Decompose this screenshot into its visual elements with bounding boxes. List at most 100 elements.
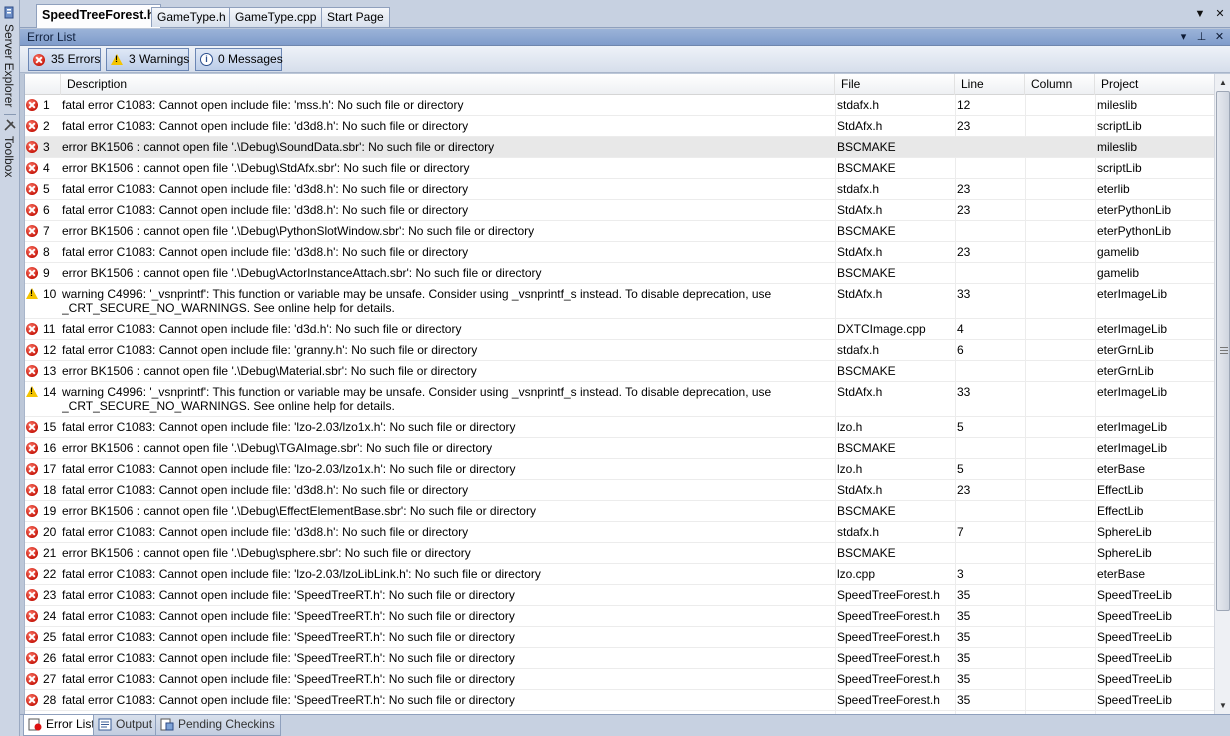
error-icon — [26, 694, 38, 706]
row-project: EffectLib — [1097, 504, 1144, 518]
warnings-filter-button[interactable]: 3 Warnings — [106, 48, 189, 71]
table-row[interactable]: 6 fatal error C1083: Cannot open include … — [25, 200, 1214, 221]
scroll-up-icon[interactable]: ▲ — [1215, 74, 1230, 91]
column-header-column[interactable]: Column — [1025, 74, 1095, 95]
server-explorer-tab[interactable]: Server Explorer — [2, 24, 16, 107]
tab-pending-checkins[interactable]: Pending Checkins — [155, 715, 281, 736]
table-row[interactable]: 26 fatal error C1083: Cannot open include… — [25, 648, 1214, 669]
row-type-cell — [26, 669, 40, 689]
window-position-icon[interactable]: ▾ — [1176, 29, 1191, 45]
row-project: eterImageLib — [1097, 420, 1168, 434]
row-column — [1025, 319, 1095, 339]
tab-error-list[interactable]: Error List — [23, 715, 101, 736]
table-row[interactable]: 17 fatal error C1083: Cannot open include… — [25, 459, 1214, 480]
document-tab-strip: SpeedTreeForest.h GameType.h GameType.cp… — [20, 0, 1230, 28]
error-icon — [26, 547, 38, 559]
table-row[interactable]: 10 warning C4996: '_vsnprintf': This func… — [25, 284, 1214, 319]
close-document-icon[interactable]: ✕ — [1212, 6, 1228, 22]
row-type-cell — [26, 179, 40, 199]
row-number: 25 — [43, 630, 57, 644]
table-row[interactable]: 16 error BK1506 : cannot open file '.\Deb… — [25, 438, 1214, 459]
error-icon — [26, 442, 38, 454]
column-header-file[interactable]: File — [835, 74, 955, 95]
scroll-down-icon[interactable]: ▼ — [1215, 697, 1230, 714]
error-icon — [26, 120, 38, 132]
error-icon — [26, 610, 38, 622]
row-file: SpeedTreeForest.h — [837, 609, 940, 623]
table-row[interactable]: 2 fatal error C1083: Cannot open include … — [25, 116, 1214, 137]
error-icon — [26, 99, 38, 111]
row-description: error BK1506 : cannot open file '.\Debug… — [62, 441, 493, 455]
table-row[interactable]: 24 fatal error C1083: Cannot open include… — [25, 606, 1214, 627]
table-row[interactable]: 27 fatal error C1083: Cannot open include… — [25, 669, 1214, 690]
row-line: 3 — [957, 567, 964, 581]
table-row[interactable]: 13 error BK1506 : cannot open file '.\Deb… — [25, 361, 1214, 382]
row-type-cell — [26, 284, 40, 318]
table-row[interactable]: 3 error BK1506 : cannot open file '.\Debu… — [25, 137, 1214, 158]
output-icon — [98, 718, 112, 731]
table-row[interactable]: 7 error BK1506 : cannot open file '.\Debu… — [25, 221, 1214, 242]
row-project: eterImageLib — [1097, 441, 1168, 455]
row-description: warning C4996: '_vsnprintf': This functi… — [62, 385, 772, 413]
row-type-cell — [26, 564, 40, 584]
tab-speedtreeforest-h[interactable]: SpeedTreeForest.h — [36, 4, 161, 28]
table-row[interactable]: 14 warning C4996: '_vsnprintf': This func… — [25, 382, 1214, 417]
column-header-icon[interactable] — [25, 74, 61, 95]
row-number: 21 — [43, 546, 57, 560]
row-project: scriptLib — [1097, 161, 1142, 175]
table-row[interactable]: 1 fatal error C1083: Cannot open include … — [25, 95, 1214, 116]
column-header-line[interactable]: Line — [955, 74, 1025, 95]
table-row[interactable]: 22 fatal error C1083: Cannot open include… — [25, 564, 1214, 585]
row-line: 23 — [957, 245, 971, 259]
row-file: BSCMAKE — [837, 224, 896, 238]
row-column — [1025, 221, 1095, 241]
table-row[interactable]: 5 fatal error C1083: Cannot open include … — [25, 179, 1214, 200]
row-type-cell — [26, 417, 40, 437]
row-type-cell — [26, 459, 40, 479]
bottom-tab-strip: Error List Output Pending Checkins — [20, 714, 1230, 736]
table-row[interactable]: 18 fatal error C1083: Cannot open include… — [25, 480, 1214, 501]
row-file: BSCMAKE — [837, 441, 896, 455]
vertical-scrollbar[interactable]: ▲ ▼ — [1214, 74, 1230, 714]
scroll-thumb[interactable] — [1216, 91, 1230, 611]
row-number: 23 — [43, 588, 57, 602]
table-row[interactable]: 9 error BK1506 : cannot open file '.\Debu… — [25, 263, 1214, 284]
errors-filter-button[interactable]: 35 Errors — [28, 48, 101, 71]
table-row[interactable]: 19 error BK1506 : cannot open file '.\Deb… — [25, 501, 1214, 522]
row-project: gamelib — [1097, 245, 1140, 259]
error-list-toolbar: 35 Errors 3 Warnings i 0 Messages — [20, 46, 1230, 73]
table-row[interactable]: 15 fatal error C1083: Cannot open include… — [25, 417, 1214, 438]
table-row[interactable]: 8 fatal error C1083: Cannot open include … — [25, 242, 1214, 263]
row-description: fatal error C1083: Cannot open include f… — [62, 119, 469, 133]
row-file: BSCMAKE — [837, 364, 896, 378]
table-row[interactable]: 28 fatal error C1083: Cannot open include… — [25, 690, 1214, 711]
row-line — [957, 263, 1023, 283]
row-type-cell — [26, 627, 40, 647]
row-project: eterPythonLib — [1097, 203, 1172, 217]
close-icon[interactable]: ✕ — [1212, 29, 1227, 45]
tab-output[interactable]: Output — [93, 715, 159, 736]
row-description: error BK1506 : cannot open file '.\Debug… — [62, 504, 536, 518]
toolbox-icon — [4, 119, 16, 131]
table-row[interactable]: 21 error BK1506 : cannot open file '.\Deb… — [25, 543, 1214, 564]
column-header-project[interactable]: Project — [1095, 74, 1214, 95]
tab-start-page[interactable]: Start Page — [321, 7, 390, 27]
tab-gametype-cpp[interactable]: GameType.cpp — [229, 7, 323, 27]
table-row[interactable]: 11 fatal error C1083: Cannot open include… — [25, 319, 1214, 340]
table-row[interactable]: 12 fatal error C1083: Cannot open include… — [25, 340, 1214, 361]
row-file: BSCMAKE — [837, 266, 896, 280]
column-header-description[interactable]: Description — [61, 74, 835, 95]
table-row[interactable]: 23 fatal error C1083: Cannot open include… — [25, 585, 1214, 606]
table-row[interactable]: 25 fatal error C1083: Cannot open include… — [25, 627, 1214, 648]
table-row[interactable]: 4 error BK1506 : cannot open file '.\Debu… — [25, 158, 1214, 179]
pin-icon[interactable]: ⊥ — [1194, 29, 1209, 45]
row-line: 35 — [957, 630, 971, 644]
toolbox-tab[interactable]: Toolbox — [2, 136, 16, 177]
row-description: fatal error C1083: Cannot open include f… — [62, 609, 515, 623]
row-number: 18 — [43, 483, 57, 497]
messages-filter-button[interactable]: i 0 Messages — [195, 48, 283, 71]
table-row[interactable]: 20 fatal error C1083: Cannot open include… — [25, 522, 1214, 543]
tab-gametype-h[interactable]: GameType.h — [151, 7, 232, 27]
row-file: lzo.cpp — [837, 567, 876, 581]
tab-dropdown-icon[interactable]: ▼ — [1192, 6, 1208, 22]
